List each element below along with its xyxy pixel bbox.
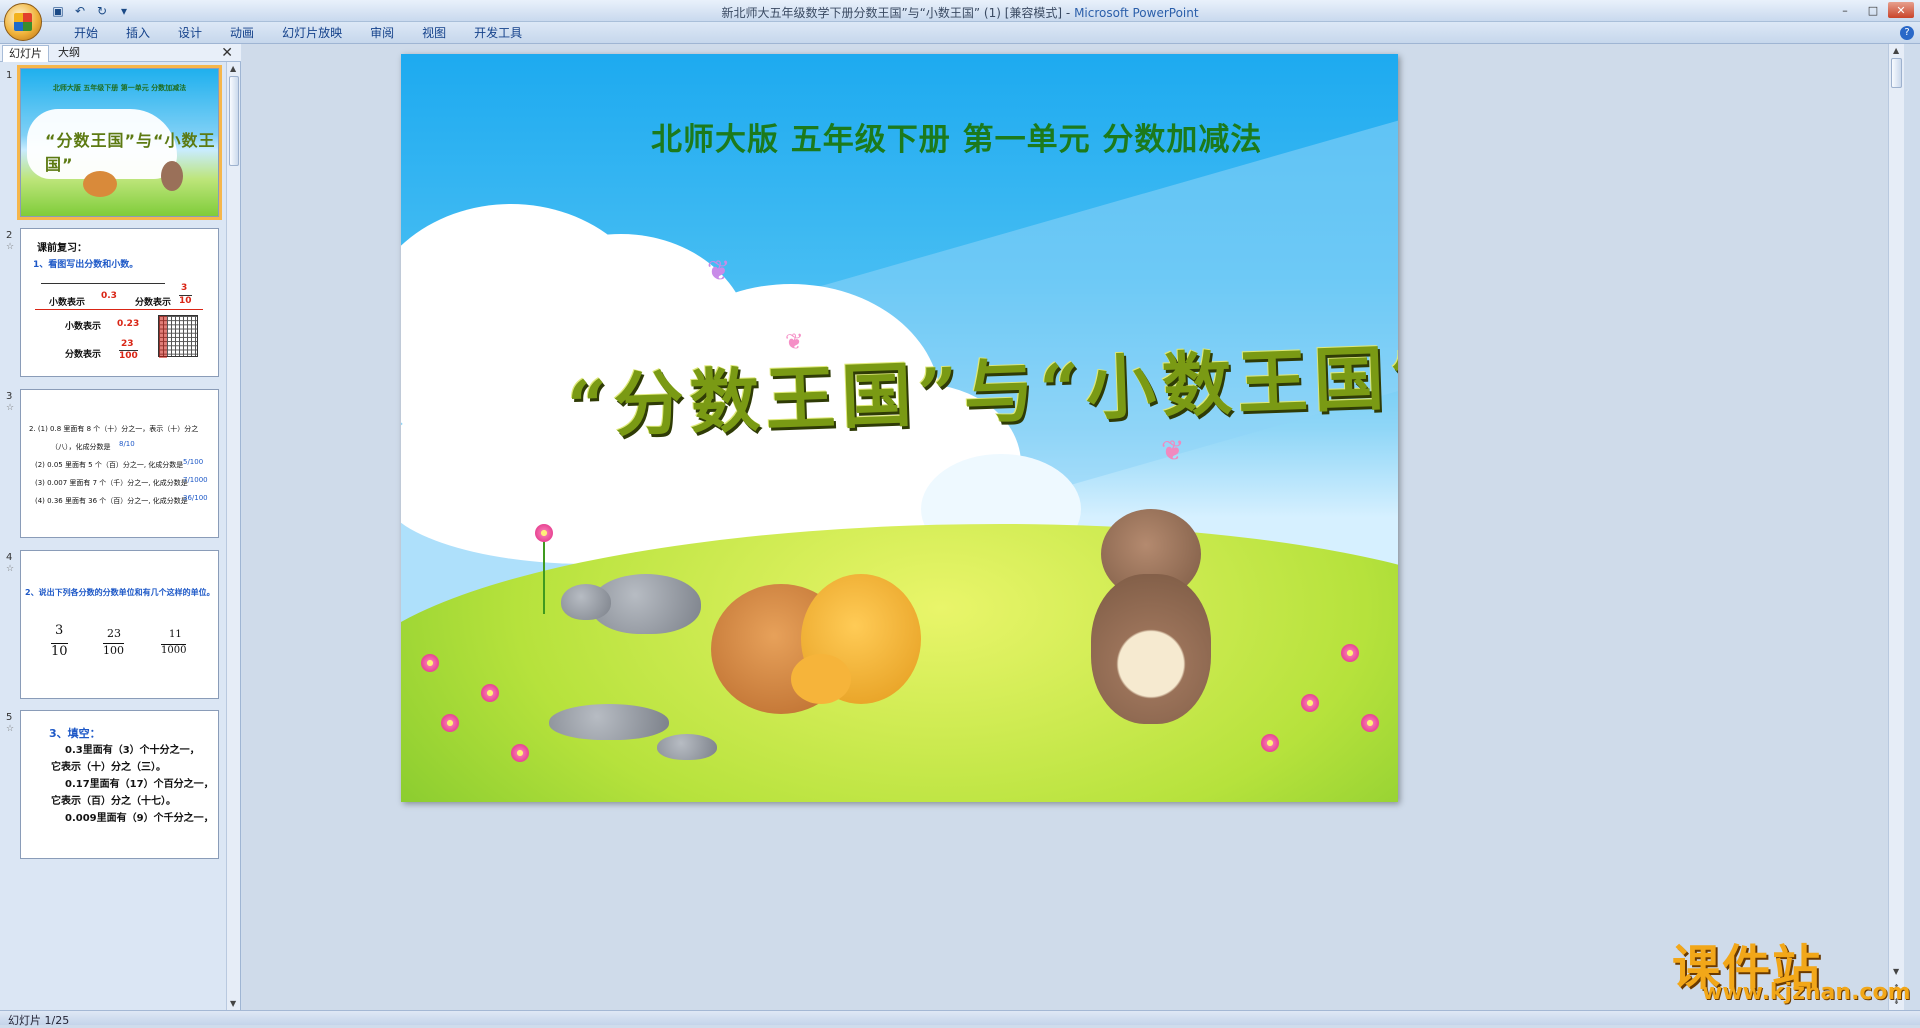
window-controls: – □ ✕: [1832, 2, 1914, 18]
tab-slides[interactable]: 幻灯片: [2, 45, 49, 62]
butterfly-icon: ❦: [707, 254, 731, 287]
maximize-button[interactable]: □: [1860, 2, 1886, 18]
rock: [549, 704, 669, 740]
thumbnail-list: 1 北师大版 五年级下册 第一单元 分数加减法 “分数王国”与“小数王国” 2 …: [0, 62, 226, 1010]
slide-thumbnail-1[interactable]: 北师大版 五年级下册 第一单元 分数加减法 “分数王国”与“小数王国”: [17, 65, 222, 220]
slide-number: 4: [6, 552, 13, 563]
hundred-grid: [158, 315, 198, 358]
slide-thumbnail-5[interactable]: 3、填空： 0.3里面有（3）个十分之一， 它表示（十）分之（三）。 0.17里…: [20, 710, 219, 859]
close-button[interactable]: ✕: [1888, 2, 1914, 18]
office-button[interactable]: [4, 3, 42, 41]
scroll-thumb[interactable]: [1891, 58, 1902, 88]
slide-number: 2: [6, 230, 13, 241]
close-pane-icon[interactable]: ✕: [221, 45, 233, 61]
tab-review[interactable]: 审阅: [356, 25, 408, 42]
tab-view[interactable]: 视图: [408, 25, 460, 42]
thumb-subtitle: 北师大版 五年级下册 第一单元 分数加减法: [52, 84, 187, 92]
slide-thumbnail-4[interactable]: 2、说出下列各分数的分数单位和有几个这样的单位。 3 10 23 100 11 …: [20, 550, 219, 699]
butterfly-icon: ❦: [1161, 434, 1185, 467]
editor-scrollbar[interactable]: ▲ ▼ ⇞ ⇟: [1888, 44, 1904, 1010]
tab-developer[interactable]: 开发工具: [460, 25, 536, 42]
tab-home[interactable]: 开始: [60, 25, 112, 42]
slides-pane: 幻灯片 大纲 ✕ 1 北师大版 五年级下册 第一单元 分数加减法 “分数王国”与…: [0, 44, 241, 1010]
tab-animations[interactable]: 动画: [216, 25, 268, 42]
slide-number: 3: [6, 391, 13, 402]
slide-number: 1: [6, 70, 13, 81]
slide-thumbnail-3[interactable]: 2. (1) 0.8 里面有 8 个（十）分之一，表示（十）分之 （八），化成分…: [20, 389, 219, 538]
help-icon[interactable]: ?: [1900, 26, 1914, 40]
ribbon-tabs-bar: 开始 插入 设计 动画 幻灯片放映 审阅 视图 开发工具 ?: [0, 22, 1920, 44]
pane-tabs: 幻灯片 大纲 ✕: [0, 44, 241, 62]
status-bar: 幻灯片 1/25: [0, 1010, 1920, 1027]
title-bar: ▣ ↶ ↻ ▾ 新北师大五年级数学下册分数王国”与“小数王国” (1) [兼容模…: [0, 0, 1920, 41]
standing-bear-body: [1091, 574, 1211, 724]
tab-design[interactable]: 设计: [164, 25, 216, 42]
tab-slideshow[interactable]: 幻灯片放映: [268, 25, 356, 42]
thumbnail-scrollbar[interactable]: ▲ ▼: [226, 62, 240, 1010]
tab-insert[interactable]: 插入: [112, 25, 164, 42]
animation-star-icon: ☆: [6, 403, 15, 413]
butterfly-icon: ❦: [785, 330, 804, 355]
tab-outline[interactable]: 大纲: [52, 45, 86, 62]
slide-number: 5: [6, 712, 13, 723]
scroll-down-icon[interactable]: ▼: [230, 999, 236, 1008]
rock: [657, 734, 717, 760]
animation-star-icon: ☆: [6, 564, 15, 574]
slide-counter: 幻灯片 1/25: [8, 1014, 70, 1027]
scroll-up-icon[interactable]: ▲: [1893, 46, 1899, 55]
scroll-thumb[interactable]: [229, 76, 239, 166]
slide-editor: 北师大版 五年级下册 第一单元 分数加减法 “分数王国”与“小数王国” ❦ ❦ …: [242, 44, 1904, 1010]
thumb-headline: “分数王国”与“小数王国”: [45, 131, 216, 174]
current-slide[interactable]: 北师大版 五年级下册 第一单元 分数加减法 “分数王国”与“小数王国” ❦ ❦ …: [401, 54, 1398, 802]
animation-star-icon: ☆: [6, 724, 15, 734]
window-title: 新北师大五年级数学下册分数王国”与“小数王国” (1) [兼容模式] - Mic…: [721, 6, 1199, 20]
office-logo-icon: [14, 13, 32, 31]
slide-thumbnail-2[interactable]: 课前复习： 1、看图写出分数和小数。 小数表示 0.3 分数表示 3 10 小数…: [20, 228, 219, 377]
yellow-bear-paw: [791, 654, 851, 704]
slide-subtitle[interactable]: 北师大版 五年级下册 第一单元 分数加减法: [651, 114, 1262, 159]
watermark-url: www.kjzhan.com: [1702, 980, 1911, 1005]
scroll-up-icon[interactable]: ▲: [230, 64, 236, 73]
rock: [561, 584, 611, 620]
animation-star-icon: ☆: [6, 242, 15, 252]
minimize-button[interactable]: –: [1832, 2, 1858, 18]
site-watermark: 课件站 www.kjzhan.com: [1672, 928, 1912, 1008]
